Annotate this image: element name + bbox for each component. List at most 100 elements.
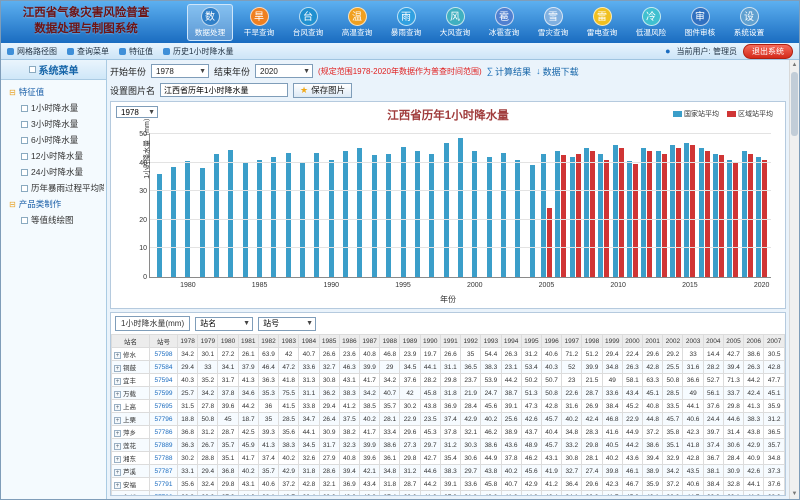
col-header-year[interactable]: 1990 [420, 335, 440, 348]
table-wrap[interactable]: 站名站号197819791980198119821983198419851986… [111, 334, 785, 495]
col-header-year[interactable]: 1985 [319, 335, 339, 348]
logout-button[interactable]: 退出系统 [743, 44, 793, 59]
toolbar-item-low-temp-risk[interactable]: 冷低温风险 [628, 4, 674, 41]
end-year-select[interactable]: 2020▼ [255, 64, 313, 78]
value-cell: 29.8 [218, 478, 238, 491]
col-header-year[interactable]: 1995 [521, 335, 541, 348]
col-header-year[interactable]: 1982 [258, 335, 278, 348]
toolbar-item-data-processing[interactable]: 数数据处理 [187, 4, 233, 41]
col-header-year[interactable]: 2005 [723, 335, 743, 348]
hail-query-icon: 雹 [495, 7, 514, 26]
col-header-year[interactable]: 2006 [744, 335, 764, 348]
col-header-year[interactable]: 1981 [238, 335, 258, 348]
col-header-station[interactable]: 站名 [112, 335, 150, 348]
col-header-year[interactable]: 1992 [461, 335, 481, 348]
expand-icon[interactable]: + [114, 443, 121, 450]
sidebar-tree: ⊟特征值1小时降水量3小时降水量6小时降水量12小时降水量24小时降水量历年暴雨… [1, 80, 106, 232]
data-download-button[interactable]: ↓数据下载 [536, 65, 579, 78]
toolbar-item-wind-query[interactable]: 风大风查询 [432, 4, 478, 41]
start-year-select[interactable]: 1978▼ [151, 64, 209, 78]
expand-icon[interactable]: + [114, 365, 121, 372]
table-row[interactable]: +上栗5779618.850.84518.73528.534.726.437.5… [112, 413, 785, 426]
tree-item[interactable]: 12小时降水量 [3, 148, 104, 164]
col-header-year[interactable]: 1979 [198, 335, 218, 348]
col-header-year[interactable]: 2002 [663, 335, 683, 348]
toolbar-item-typhoon-query[interactable]: 台台风查询 [285, 4, 331, 41]
expand-icon[interactable]: + [114, 417, 121, 424]
col-header-year[interactable]: 1988 [380, 335, 400, 348]
expand-icon[interactable]: + [114, 352, 121, 359]
tree-group[interactable]: ⊟产品类制作 [3, 196, 104, 212]
table-row[interactable]: +芦溪5778733.129.436.840.235.742.931.828.6… [112, 465, 785, 478]
col-header-year[interactable]: 1998 [582, 335, 602, 348]
table-row[interactable]: +上高5769531.527.839.644.23641.533.829.441… [112, 400, 785, 413]
tree-group[interactable]: ⊟特征值 [3, 84, 104, 100]
tree-item[interactable]: 1小时降水量 [3, 100, 104, 116]
sort-id-select[interactable]: 站号▼ [258, 317, 316, 331]
col-header-year[interactable]: 1991 [440, 335, 460, 348]
col-header-year[interactable]: 1993 [481, 335, 501, 348]
col-header-year[interactable]: 2007 [764, 335, 785, 348]
table-row[interactable]: +萍乡5778636.831.228.742.539.335.644.130.9… [112, 426, 785, 439]
breadcrumb-item-feature-value[interactable]: 特征值 [119, 46, 153, 57]
scroll-down-icon[interactable]: ▼ [792, 489, 798, 499]
toolbar-item-snow-query[interactable]: 雪雪灾查询 [530, 4, 576, 41]
calc-result-button[interactable]: ∑计算结果 [487, 65, 531, 78]
scrollbar-thumb[interactable] [791, 72, 798, 136]
tree-item[interactable]: 历年暴雨过程平均降水量 [3, 180, 104, 196]
expand-icon[interactable]: + [114, 430, 121, 437]
toolbar-item-rainstorm-query[interactable]: 雨暴雨查询 [383, 4, 429, 41]
expand-icon[interactable]: + [114, 378, 121, 385]
tree-item[interactable]: 24小时降水量 [3, 164, 104, 180]
toolbar-item-drought-query[interactable]: 旱干旱查询 [236, 4, 282, 41]
col-header-year[interactable]: 2000 [622, 335, 642, 348]
table-row[interactable]: +安福5779135.632.429.843.140.637.242.832.1… [112, 478, 785, 491]
table-row[interactable]: +宜丰5759440.335.231.741.336.341.831.330.8… [112, 374, 785, 387]
expand-icon[interactable]: + [114, 404, 121, 411]
tree-item[interactable]: 等值线绘图 [3, 212, 104, 228]
table-row[interactable]: +铜鼓5758429.43334.137.946.447.233.632.746… [112, 361, 785, 374]
value-type-box[interactable]: 1小时降水量(mm) [115, 316, 190, 331]
breadcrumb-item-history-1h-precip[interactable]: 历史1小时降水量 [163, 46, 233, 57]
toolbar-item-system-settings[interactable]: 设系统设置 [726, 4, 772, 41]
tree-item[interactable]: 6小时降水量 [3, 132, 104, 148]
col-header-year[interactable]: 1984 [299, 335, 319, 348]
col-header-year[interactable]: 2004 [703, 335, 723, 348]
col-header-id[interactable]: 站号 [150, 335, 178, 348]
col-header-year[interactable]: 1978 [178, 335, 198, 348]
expand-icon[interactable]: + [114, 469, 121, 476]
col-header-year[interactable]: 1997 [562, 335, 582, 348]
col-header-year[interactable]: 2003 [683, 335, 703, 348]
toolbar-item-hail-query[interactable]: 雹冰雹查询 [481, 4, 527, 41]
vertical-scrollbar[interactable]: ▲ ▼ [789, 60, 799, 499]
col-header-year[interactable]: 1987 [359, 335, 379, 348]
table-row[interactable]: +修水5759834.230.127.226.163.94240.726.623… [112, 348, 785, 361]
scroll-up-icon[interactable]: ▲ [792, 60, 798, 70]
table-row[interactable]: +万载5759925.734.237.834.635.375.531.136.2… [112, 387, 785, 400]
expand-icon[interactable]: + [114, 482, 121, 489]
table-row[interactable]: +永新5779232.830.637.244.638.143.730.429.2… [112, 491, 785, 496]
save-image-button[interactable]: ★保存图片 [293, 83, 352, 98]
col-header-year[interactable]: 1986 [339, 335, 359, 348]
tree-item[interactable]: 3小时降水量 [3, 116, 104, 132]
col-header-year[interactable]: 2001 [643, 335, 663, 348]
col-header-year[interactable]: 1989 [400, 335, 420, 348]
col-header-year[interactable]: 1999 [602, 335, 622, 348]
toolbar-item-high-temp-query[interactable]: 温高温查询 [334, 4, 380, 41]
table-row[interactable]: +湘东5778830.228.835.141.737.440.232.627.9… [112, 452, 785, 465]
table-row[interactable]: +莲花5788936.326.735.745.941.338.334.531.7… [112, 439, 785, 452]
image-name-input[interactable] [160, 83, 288, 97]
col-header-year[interactable]: 1983 [279, 335, 299, 348]
toolbar-item-lightning-query[interactable]: 雷雷电查询 [579, 4, 625, 41]
toolbar-item-map-review[interactable]: 审图件审核 [677, 4, 723, 41]
col-header-year[interactable]: 1980 [218, 335, 238, 348]
sort-station-select[interactable]: 站名▼ [195, 317, 253, 331]
breadcrumb-item-query-menu[interactable]: 查询菜单 [67, 46, 109, 57]
col-header-year[interactable]: 1994 [501, 335, 521, 348]
value-cell: 30.9 [723, 465, 743, 478]
col-header-year[interactable]: 1996 [541, 335, 561, 348]
breadcrumb-item-grid-path-map[interactable]: 网格路径图 [7, 46, 57, 57]
expand-icon[interactable]: + [114, 456, 121, 463]
expand-icon[interactable]: + [114, 391, 121, 398]
value-cell: 31.1 [440, 361, 460, 374]
